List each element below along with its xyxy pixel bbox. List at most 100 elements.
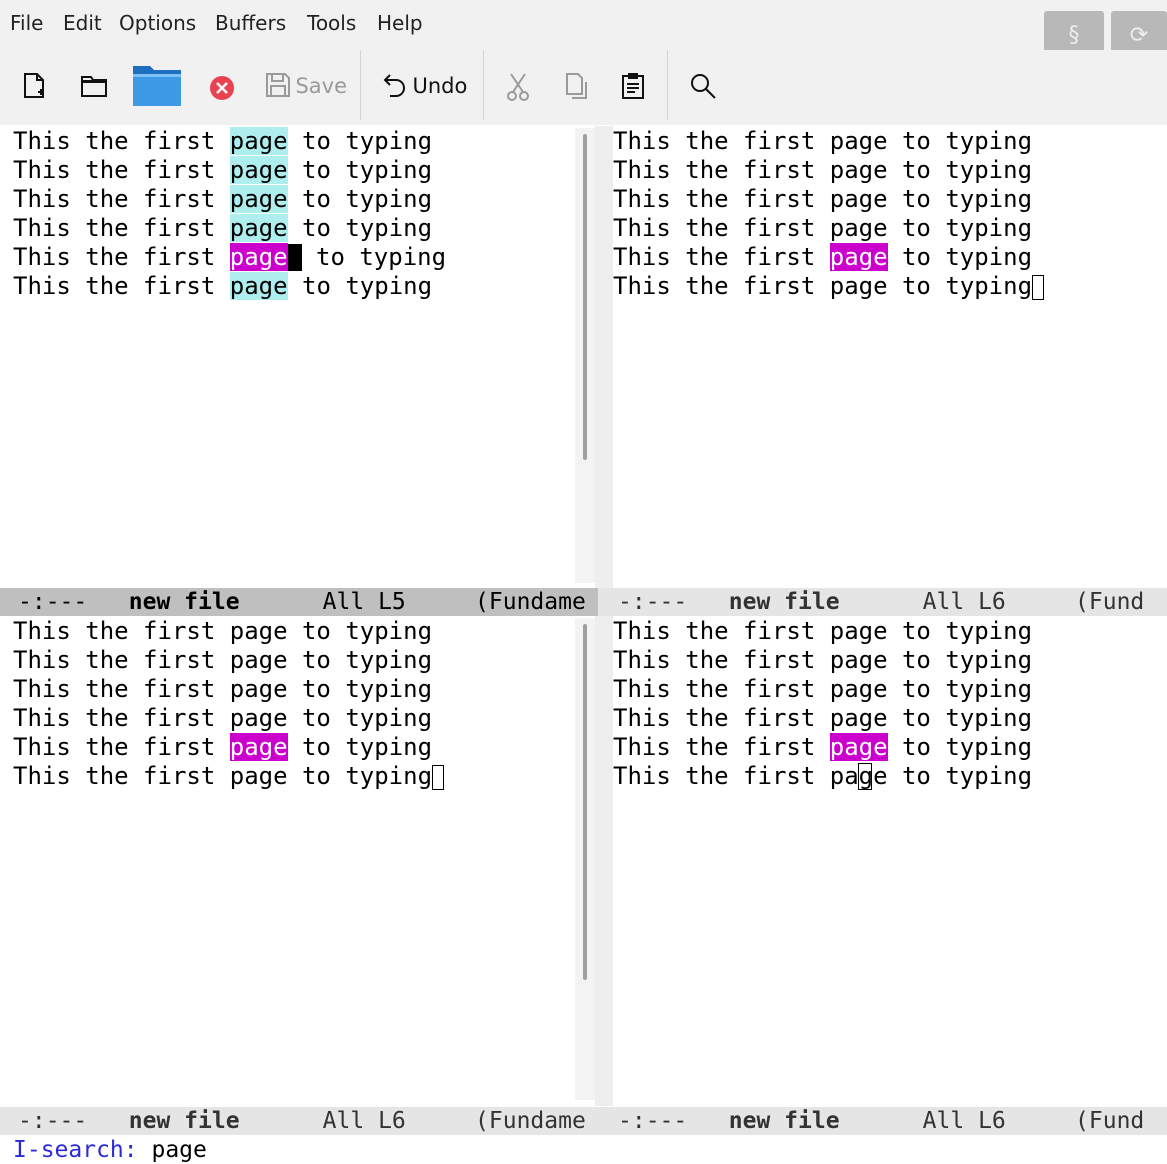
menu-buffers[interactable]: Buffers	[215, 11, 286, 35]
text-line: This the first page to typing	[613, 733, 1033, 761]
window-divider[interactable]	[595, 126, 613, 588]
scrollbar-thumb[interactable]	[583, 624, 587, 980]
modeline-buffer-name: new file	[728, 1108, 840, 1134]
modeline-line: L5	[378, 589, 406, 615]
new-file-button[interactable]	[22, 72, 48, 105]
modeline-position: All	[322, 589, 365, 615]
copy-button[interactable]	[564, 72, 590, 105]
open-file-button[interactable]	[80, 74, 108, 103]
isearch-query[interactable]: page	[151, 1137, 206, 1163]
modeline-buffer-name: new file	[128, 589, 240, 615]
save-label: Save	[295, 74, 347, 98]
text-cursor	[432, 765, 445, 790]
editor-window-top-left[interactable]: This the first page to typing This the f…	[0, 126, 562, 588]
close-circle-icon	[210, 76, 234, 100]
modeline-mode: (Fund	[1075, 589, 1145, 615]
text-cursor	[858, 763, 872, 790]
mode-line-top-right[interactable]: -:--- new file All L6 (Fund	[598, 588, 1167, 616]
editor-window-top-right[interactable]: This the first page to typing This the f…	[613, 126, 1167, 588]
modeline-status: -:---	[18, 1108, 88, 1134]
text-line: This the first page to typing	[613, 243, 1033, 271]
current-match: page	[829, 733, 888, 761]
text-line: This the first page to typing	[13, 272, 433, 300]
toolbar: Save Undo	[0, 50, 1167, 125]
modeline-status: -:---	[618, 1108, 688, 1134]
dired-button[interactable]	[132, 62, 182, 113]
modeline-line: L6	[978, 589, 1006, 615]
modeline-mode: (Fundame	[475, 589, 586, 615]
lazy-match: page	[229, 272, 288, 300]
modeline-position: All	[922, 589, 965, 615]
modeline-status: -:---	[18, 589, 88, 615]
cut-button[interactable]	[505, 72, 531, 107]
mode-line-top-left[interactable]: -:--- new file All L5 (Fundame	[0, 588, 598, 616]
modeline-buffer-name: new file	[728, 589, 840, 615]
open-folder-icon	[81, 76, 107, 97]
paste-icon	[622, 73, 644, 99]
window-divider[interactable]	[595, 616, 613, 1106]
text-line: This the first page to typing	[613, 646, 1033, 674]
lazy-match: page	[229, 214, 288, 242]
minibuffer[interactable]: I-search: page	[0, 1136, 1167, 1163]
text-line: This the first page to typing	[613, 272, 1045, 301]
undo-button[interactable]: Undo	[382, 72, 467, 98]
text-line: This the first page to typing	[13, 617, 433, 645]
text-line: This the first page to typing	[13, 675, 433, 703]
scissors-icon	[507, 73, 529, 101]
modeline-position: All	[322, 1108, 365, 1134]
current-match: page	[229, 733, 288, 761]
mode-line-bottom-right[interactable]: -:--- new file All L6 (Fund	[598, 1107, 1167, 1135]
text-line: This the first page to typing	[13, 185, 433, 213]
text-line: This the first page to typing	[13, 214, 433, 242]
text-line: This the first page to typing	[13, 156, 433, 184]
text-cursor	[1032, 275, 1045, 300]
current-match: page	[229, 243, 288, 271]
mode-line-bottom-left[interactable]: -:--- new file All L6 (Fundame	[0, 1107, 598, 1135]
text-line: This the first page to typing	[13, 762, 445, 791]
text-line: This the first page to typing	[613, 617, 1033, 645]
paste-button[interactable]	[620, 72, 646, 105]
menu-edit[interactable]: Edit	[63, 11, 102, 35]
blue-folder-icon	[133, 66, 181, 106]
lazy-match: page	[229, 185, 288, 213]
lazy-match: page	[229, 156, 288, 184]
new-file-icon	[24, 73, 44, 98]
text-line: This the first page to typing	[613, 704, 1033, 732]
search-icon	[691, 74, 716, 99]
scrollbar[interactable]	[575, 618, 595, 1100]
copy-icon	[566, 73, 587, 99]
text-line: This the first page to typing	[13, 243, 447, 271]
modeline-status: -:---	[618, 589, 688, 615]
save-button[interactable]: Save	[265, 72, 347, 98]
text-line: This the first page to typing	[613, 156, 1033, 184]
undo-icon	[383, 74, 405, 97]
text-cursor	[287, 244, 302, 271]
menu-options[interactable]: Options	[119, 11, 196, 35]
scrollbar[interactable]	[575, 128, 595, 583]
save-icon	[266, 73, 290, 97]
modeline-position: All	[922, 1108, 965, 1134]
modeline-mode: (Fundame	[475, 1108, 586, 1134]
search-button[interactable]	[689, 72, 717, 105]
text-line: This the first page to typing	[613, 214, 1033, 242]
scrollbar-thumb[interactable]	[583, 134, 587, 460]
lazy-match: page	[229, 127, 288, 155]
text-line: This the first page to typing	[613, 127, 1033, 155]
section-icon: §	[1068, 23, 1080, 48]
menu-tools[interactable]: Tools	[307, 11, 356, 35]
refresh-icon: ⟳	[1129, 23, 1149, 48]
text-line: This the first page to typing	[13, 704, 433, 732]
undo-label: Undo	[412, 74, 468, 98]
menu-help[interactable]: Help	[377, 11, 423, 35]
menu-file[interactable]: File	[10, 11, 43, 35]
text-line: This the first page to typing	[13, 127, 433, 155]
isearch-prompt: I-search:	[13, 1137, 138, 1163]
modeline-mode: (Fund	[1075, 1108, 1145, 1134]
editor-window-bottom-left[interactable]: This the first page to typing This the f…	[0, 616, 562, 1106]
modeline-line: L6	[378, 1108, 406, 1134]
text-line: This the first page to typing	[613, 185, 1033, 213]
editor-window-bottom-right[interactable]: This the first page to typing This the f…	[613, 616, 1167, 1106]
menu-bar: File Edit Options Buffers Tools Help § ⟳	[0, 0, 1167, 61]
close-buffer-button[interactable]	[209, 75, 235, 106]
text-line: This the first page to typing	[613, 762, 1033, 790]
